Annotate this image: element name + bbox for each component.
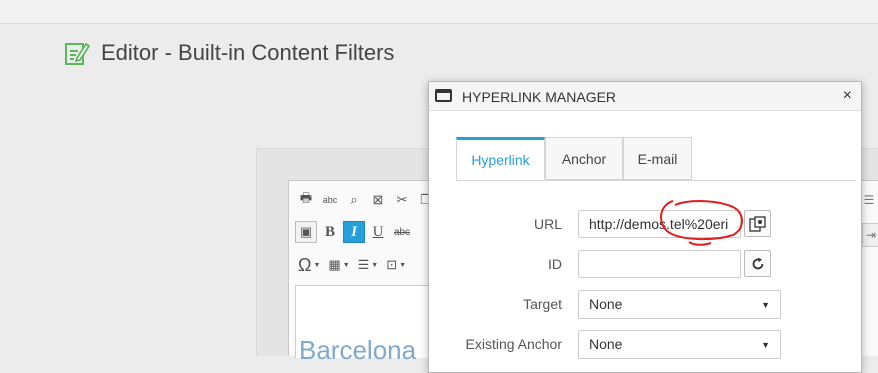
existing-anchor-select-value: None	[589, 336, 623, 352]
symbol-dropdown[interactable]: Ω ▼	[295, 253, 323, 277]
spellcheck-icon[interactable]: abc	[319, 189, 341, 211]
target-select[interactable]: None ▼	[578, 290, 781, 319]
id-input[interactable]	[578, 250, 741, 278]
document-manager-icon	[749, 215, 766, 232]
existing-anchor-label: Existing Anchor	[465, 336, 563, 352]
chevron-down-icon: ▼	[761, 300, 770, 310]
id-label: ID	[548, 256, 562, 272]
image-icon[interactable]: ▣	[295, 221, 317, 243]
tab-anchor[interactable]: Anchor	[545, 137, 623, 180]
cut-icon[interactable]: ✂	[391, 189, 413, 211]
print-icon[interactable]: 🖶	[295, 189, 317, 211]
page-title: Editor - Built-in Content Filters	[101, 40, 395, 65]
editor-heading-text: Barcelona	[299, 335, 417, 365]
italic-icon[interactable]: I	[343, 221, 365, 243]
tab-email[interactable]: E-mail	[623, 137, 692, 180]
refresh-icon	[752, 257, 763, 269]
url-input[interactable]: http://demos.tel%20eri	[578, 210, 741, 238]
target-label: Target	[523, 296, 562, 312]
find-icon[interactable]: ⌕	[343, 189, 365, 211]
dialog-title: HYPERLINK MANAGER	[462, 89, 617, 105]
list-icon: ☰	[357, 257, 370, 272]
url-label: URL	[533, 216, 562, 232]
indent-icon[interactable]: ⇥	[862, 223, 878, 247]
dialog-titlebar[interactable]: HYPERLINK MANAGER ×	[429, 82, 861, 111]
table-dropdown[interactable]: ▦ ▼	[325, 253, 352, 277]
dialog-tabs: Hyperlink Anchor E-mail	[456, 137, 856, 181]
omega-icon: Ω	[298, 254, 312, 275]
select-all-icon[interactable]: ⊠	[367, 189, 389, 211]
bold-icon[interactable]: B	[319, 221, 341, 243]
module-icon: ⊡	[386, 257, 398, 272]
page-header: Editor - Built-in Content Filters	[64, 40, 394, 66]
module-dropdown[interactable]: ⊡ ▼	[383, 253, 409, 277]
document-manager-button[interactable]	[744, 210, 771, 237]
hyperlink-manager-dialog: HYPERLINK MANAGER × Hyperlink Anchor E-m…	[428, 81, 862, 373]
toolbar-row-2: ▣ B I U abc	[295, 221, 413, 245]
toolbar-row-1: 🖶 abc ⌕ ⊠ ✂ ❐	[295, 189, 437, 213]
generate-id-button[interactable]	[744, 250, 771, 277]
edit-document-icon	[65, 42, 90, 65]
toolbar-row-3: Ω ▼ ▦ ▼ ☰ ▼ ⊡ ▼	[295, 253, 409, 277]
target-select-value: None	[589, 296, 623, 312]
window-icon	[435, 89, 452, 102]
tab-hyperlink[interactable]: Hyperlink	[456, 137, 545, 180]
top-bar	[0, 0, 878, 24]
strikethrough-icon[interactable]: abc	[391, 221, 413, 243]
close-icon[interactable]: ×	[843, 87, 852, 105]
chevron-down-icon: ▼	[761, 340, 770, 350]
underline-icon[interactable]: U	[367, 221, 389, 243]
list-dropdown[interactable]: ☰ ▼	[355, 253, 382, 277]
table-icon: ▦	[328, 257, 341, 272]
